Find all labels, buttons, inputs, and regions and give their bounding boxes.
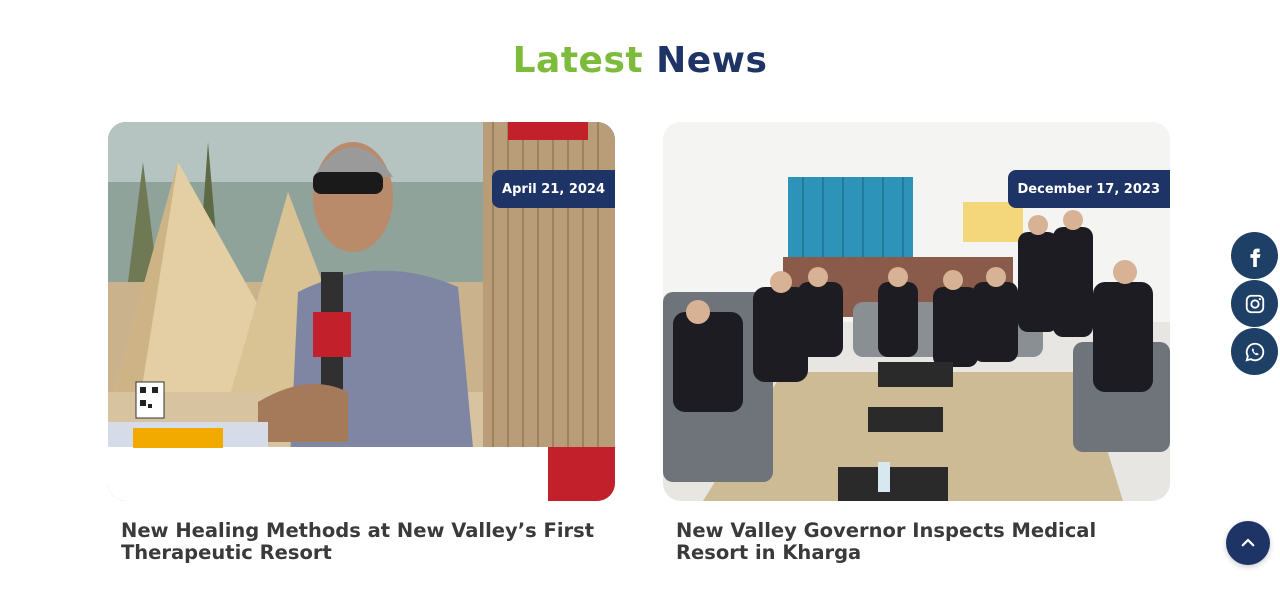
section-title-news: News [656, 40, 768, 81]
date-badge: December 17, 2023 [1007, 170, 1170, 208]
news-image[interactable]: April 21, 2024 [108, 122, 615, 501]
date-badge: April 21, 2024 [492, 170, 615, 208]
news-card[interactable]: April 21, 2024 New Healing Methods at Ne… [108, 122, 615, 564]
social-share-bar [1231, 232, 1278, 375]
news-title[interactable]: New Valley Governor Inspects Medical Res… [663, 520, 1170, 564]
whatsapp-button[interactable] [1231, 328, 1278, 375]
facebook-icon [1249, 248, 1260, 267]
instagram-button[interactable] [1231, 280, 1278, 327]
whatsapp-icon [1244, 342, 1264, 362]
instagram-icon [1245, 294, 1264, 313]
news-card[interactable]: December 17, 2023 New Valley Governor In… [663, 122, 1170, 564]
news-title[interactable]: New Healing Methods at New Valley’s Firs… [108, 520, 615, 564]
facebook-button[interactable] [1231, 232, 1278, 279]
chevron-up-icon [1241, 538, 1255, 547]
news-image[interactable]: December 17, 2023 [663, 122, 1170, 501]
section-title: Latest News [0, 40, 1280, 81]
scroll-to-top-button[interactable] [1226, 521, 1270, 565]
section-title-latest: Latest [512, 40, 644, 81]
